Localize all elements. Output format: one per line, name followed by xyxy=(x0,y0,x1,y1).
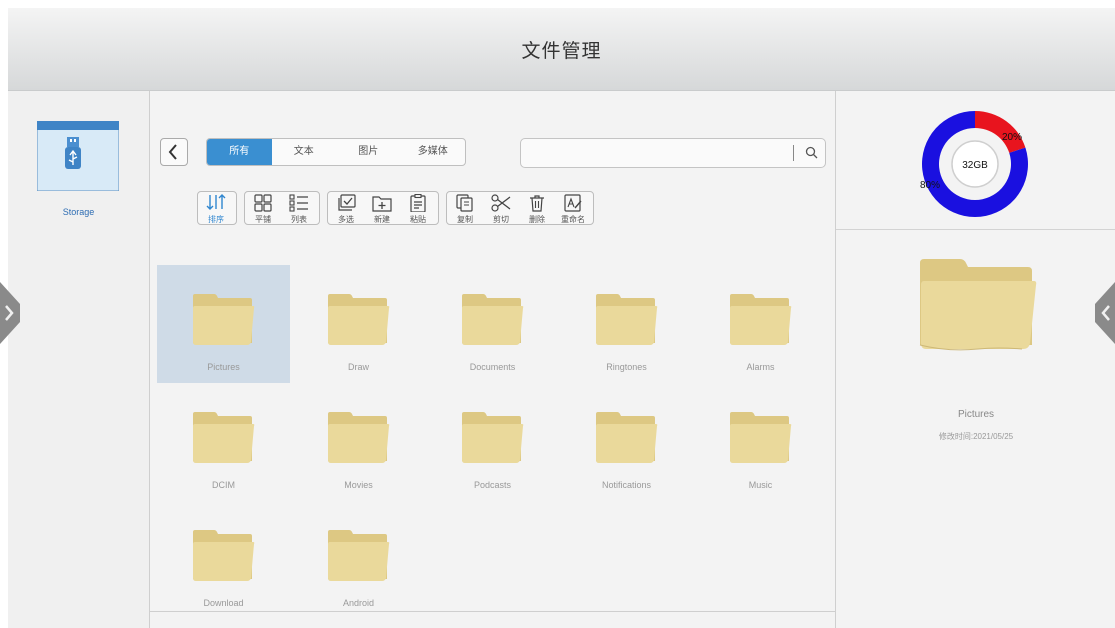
folder-icon xyxy=(328,412,390,463)
folder-item[interactable]: DCIM xyxy=(157,383,290,501)
folder-icon xyxy=(730,412,792,463)
folder-name: Ringtones xyxy=(606,362,647,372)
tab-images[interactable]: 图片 xyxy=(336,139,401,165)
edit-group: 多选 新建 粘贴 xyxy=(327,191,439,225)
rename-icon xyxy=(564,194,582,212)
list-view-button[interactable]: 列表 xyxy=(281,192,317,224)
tile-view-label: 平铺 xyxy=(255,215,271,224)
tab-all[interactable]: 所有 xyxy=(207,139,272,165)
folder-item[interactable]: Documents xyxy=(426,265,559,383)
delete-label: 删除 xyxy=(529,215,545,224)
folder-item[interactable]: Notifications xyxy=(560,383,693,501)
folder-icon xyxy=(328,294,390,345)
search-input[interactable] xyxy=(520,138,826,168)
folder-icon xyxy=(596,294,658,345)
sort-group: 排序 xyxy=(197,191,237,225)
rename-label: 重命名 xyxy=(561,215,585,224)
cut-button[interactable]: 剪切 xyxy=(483,192,519,224)
folder-name: Android xyxy=(342,598,375,608)
folder-item[interactable]: Podcasts xyxy=(426,383,559,501)
folder-item[interactable]: Ringtones xyxy=(560,265,693,383)
filter-tabs: 所有 文本 图片 多媒体 xyxy=(206,138,466,166)
copy-label: 复制 xyxy=(457,215,473,224)
folder-name: Notifications xyxy=(601,480,652,490)
folder-item[interactable]: Download xyxy=(157,501,290,619)
folder-icon xyxy=(596,412,658,463)
paste-label: 粘贴 xyxy=(410,215,426,224)
tab-text[interactable]: 文本 xyxy=(272,139,337,165)
bottom-divider xyxy=(150,611,835,612)
folder-name: Documents xyxy=(469,362,516,372)
selected-item-modified: 修改时间:2021/05/25 xyxy=(938,432,1014,441)
rename-button[interactable]: 重命名 xyxy=(555,192,591,224)
usb-storage-icon[interactable] xyxy=(36,120,120,192)
used-percent-label: 20% xyxy=(1002,132,1022,143)
expand-left-arrow[interactable] xyxy=(0,282,20,344)
paste-button[interactable]: 粘贴 xyxy=(400,192,436,224)
back-button[interactable] xyxy=(160,138,188,166)
selected-item-name: Pictures xyxy=(957,409,995,420)
folder-name: Draw xyxy=(347,362,369,372)
grid-icon xyxy=(254,194,272,212)
folder-name: Movies xyxy=(344,480,373,490)
folder-icon xyxy=(193,412,255,463)
search-icon[interactable] xyxy=(804,145,820,161)
folder-name: Podcasts xyxy=(473,480,512,490)
details-panel: 32GB 20% 80% Pictures 修改时间:2021/05/25 xyxy=(835,91,1115,628)
folder-icon xyxy=(462,294,524,345)
multiselect-label: 多选 xyxy=(338,215,354,224)
storage-sidebar: Storage xyxy=(8,91,150,628)
tile-view-button[interactable]: 平铺 xyxy=(245,192,281,224)
chevron-left-icon xyxy=(168,144,177,160)
app-title: 文件管理 xyxy=(521,41,602,62)
search-separator xyxy=(793,145,794,161)
sort-icon xyxy=(206,194,226,210)
clipboard-icon xyxy=(410,194,426,212)
storage-usage-chart: 32GB 20% 80% xyxy=(920,111,1028,217)
folder-item[interactable]: Alarms xyxy=(694,265,827,383)
view-mode-group: 平铺 列表 xyxy=(244,191,320,225)
cut-label: 剪切 xyxy=(493,215,509,224)
app-window: 文件管理 Storage 所有 文本 图片 多媒体 排序 平铺 列表 多选 新建… xyxy=(8,8,1115,628)
file-ops-group: 复制 剪切 删除 重命名 xyxy=(446,191,594,225)
folder-icon xyxy=(328,530,390,581)
folder-icon xyxy=(730,294,792,345)
expand-right-arrow[interactable] xyxy=(1092,282,1115,344)
folder-icon xyxy=(462,412,524,463)
folder-item[interactable]: Music xyxy=(694,383,827,501)
new-folder-label: 新建 xyxy=(374,215,390,224)
sort-button[interactable]: 排序 xyxy=(198,192,234,224)
free-percent-label: 80% xyxy=(920,180,940,191)
folder-name: Alarms xyxy=(746,362,775,372)
copy-button[interactable]: 复制 xyxy=(447,192,483,224)
folder-item[interactable]: Android xyxy=(292,501,425,619)
folder-name: Music xyxy=(748,480,773,490)
list-view-label: 列表 xyxy=(291,215,307,224)
folder-name: Pictures xyxy=(207,362,240,372)
folder-item[interactable]: Draw xyxy=(292,265,425,383)
list-icon xyxy=(289,194,308,212)
title-bar: 文件管理 xyxy=(8,8,1115,91)
folder-name: Download xyxy=(203,598,244,608)
folder-name: DCIM xyxy=(212,480,235,490)
new-folder-icon xyxy=(372,196,392,212)
new-folder-button[interactable]: 新建 xyxy=(364,192,400,224)
delete-button[interactable]: 删除 xyxy=(519,192,555,224)
folder-item[interactable]: Movies xyxy=(292,383,425,501)
total-capacity-label: 32GB xyxy=(962,160,988,171)
multiselect-button[interactable]: 多选 xyxy=(328,192,364,224)
storage-label[interactable]: Storage xyxy=(8,207,149,217)
folder-item[interactable]: Pictures xyxy=(157,265,290,383)
details-divider xyxy=(836,229,1115,230)
scissors-icon xyxy=(491,194,511,212)
folder-icon xyxy=(193,530,255,581)
sort-label: 排序 xyxy=(208,215,224,224)
tab-multimedia[interactable]: 多媒体 xyxy=(401,139,466,165)
copy-icon xyxy=(456,194,473,212)
folder-icon xyxy=(193,294,255,345)
folder-icon xyxy=(919,259,1037,351)
trash-icon xyxy=(530,195,544,212)
multiselect-icon xyxy=(338,194,356,211)
file-browser: 所有 文本 图片 多媒体 排序 平铺 列表 多选 新建 粘贴 复制 剪切 删除 … xyxy=(150,91,835,628)
